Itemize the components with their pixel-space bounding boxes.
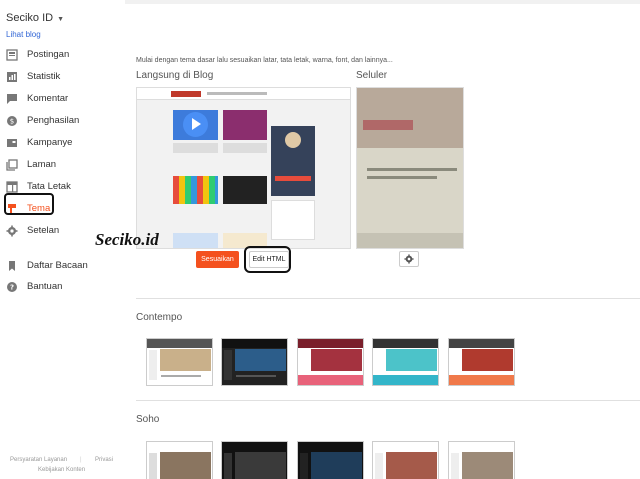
preview-post-image-4 — [223, 176, 267, 204]
sidebar-item-stats[interactable]: Statistik — [0, 67, 125, 87]
preview-post-image-1 — [173, 110, 218, 140]
sidebar-item-posts[interactable]: Postingan — [0, 45, 125, 65]
mobile-settings-button[interactable] — [399, 251, 419, 267]
sidebar-item-help[interactable]: ? Bantuan — [0, 277, 125, 297]
sidebar-item-pages[interactable]: Laman — [0, 155, 125, 175]
stats-icon — [7, 72, 17, 82]
terms-link[interactable]: Persyaratan Layanan — [10, 457, 67, 463]
theme-thumbnail[interactable] — [448, 338, 515, 386]
preview-text — [223, 143, 267, 153]
preview-post-image-2 — [223, 110, 267, 140]
svg-text:?: ? — [10, 284, 14, 292]
blog-title: Seciko ID — [6, 12, 54, 24]
settings-icon — [6, 225, 18, 237]
theme-group-title: Soho — [136, 414, 160, 425]
customize-button[interactable]: Sesuaikan — [196, 251, 239, 268]
theme-thumbnail[interactable] — [221, 338, 288, 386]
sidebar-item-comments[interactable]: Komentar — [0, 89, 125, 109]
divider — [136, 400, 640, 401]
sidebar-item-label: Tata Letak — [27, 181, 71, 192]
preview-logo — [171, 91, 201, 97]
caret-down-icon: ▼ — [57, 16, 65, 23]
posts-icon — [6, 49, 18, 61]
gear-icon — [404, 254, 414, 264]
theme-thumbnail[interactable] — [221, 441, 288, 479]
preview-menu — [207, 92, 267, 95]
sidebar-item-label: Bantuan — [27, 281, 63, 292]
help-icon: ? — [7, 282, 17, 292]
privacy-link[interactable]: Privasi — [95, 457, 113, 463]
theme-thumbnail[interactable] — [372, 441, 439, 479]
sidebar-item-label: Penghasilan — [27, 115, 80, 126]
preview-text — [173, 143, 218, 153]
sidebar-item-label: Postingan — [27, 49, 70, 60]
theme-highlight-ring — [4, 193, 54, 215]
sidebar-item-label: Komentar — [27, 93, 69, 104]
theme-thumbnail[interactable] — [297, 338, 364, 386]
watermark: Seciko.id — [95, 230, 159, 249]
theme-thumbnail[interactable] — [146, 338, 213, 386]
sidebar-item-label: Setelan — [27, 225, 60, 236]
preview-text — [367, 176, 437, 179]
theme-thumbnail[interactable] — [448, 441, 515, 479]
svg-text:$: $ — [10, 118, 14, 126]
mobile-label: Seluler — [356, 70, 388, 81]
sidebar-item-label: Laman — [27, 159, 57, 170]
preview-post-image-5 — [173, 233, 218, 248]
preview-header — [357, 88, 463, 148]
sidebar-item-earnings[interactable]: $ Penghasilan — [0, 111, 125, 131]
layout-icon — [6, 181, 18, 193]
theme-group-title: Contempo — [136, 312, 183, 323]
preview-text — [367, 168, 457, 171]
view-blog-link[interactable]: Lihat blog — [6, 30, 41, 39]
sidebar-item-reading-list[interactable]: Daftar Bacaan — [0, 256, 125, 276]
sidebar-item-label: Statistik — [27, 71, 61, 82]
live-blog-label: Langsung di Blog — [136, 70, 214, 81]
divider — [136, 298, 640, 299]
edit-html-highlight-ring — [244, 246, 291, 273]
sidebar-item-campaign[interactable]: Kampanye — [0, 133, 125, 153]
campaign-icon — [7, 139, 17, 147]
content-policy-link[interactable]: Kebijakan Konten — [38, 467, 85, 473]
preview-post-image-3 — [173, 176, 218, 204]
mobile-preview[interactable] — [356, 87, 464, 249]
bookmark-icon — [9, 261, 15, 271]
theme-thumbnail[interactable] — [372, 338, 439, 386]
footer-separator: | — [80, 457, 82, 463]
preview-footer — [357, 233, 463, 248]
sidebar-item-label: Daftar Bacaan — [27, 260, 88, 271]
blog-selector[interactable]: Seciko ID ▼ — [6, 12, 64, 24]
pages-icon — [6, 159, 18, 171]
earnings-icon: $ — [7, 116, 17, 126]
preview-widget — [271, 200, 315, 240]
theme-thumbnail[interactable] — [297, 441, 364, 479]
comments-icon — [7, 94, 17, 104]
sidebar-item-label: Kampanye — [27, 137, 73, 148]
intro-text: Mulai dengan tema dasar lalu sesuaikan l… — [136, 57, 393, 64]
theme-thumbnail[interactable] — [146, 441, 213, 479]
preview-profile-widget — [271, 126, 315, 196]
preview-logo — [363, 120, 413, 130]
live-blog-preview[interactable] — [136, 87, 351, 249]
